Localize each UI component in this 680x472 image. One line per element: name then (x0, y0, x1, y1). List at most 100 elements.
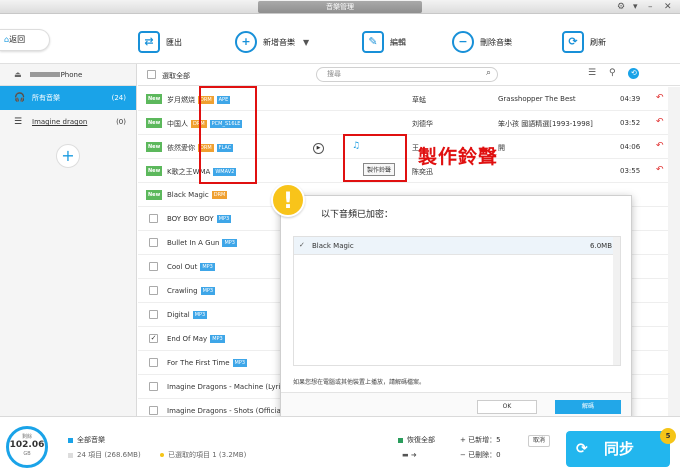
album-cell: 開 (498, 144, 505, 152)
refresh-icon: ⟳ (562, 31, 584, 53)
new-badge: New (146, 118, 163, 128)
artist-cell: 刘德华 (412, 120, 433, 128)
new-badge: New (146, 166, 163, 176)
song-title: Imagine Dragons - Shots (Official M (167, 407, 291, 415)
duration-cell: 04:39 (620, 95, 641, 103)
row-checkbox[interactable] (149, 214, 158, 223)
format-tag: DRM (211, 191, 228, 199)
storage-gauge: 剩餘 102.06 GB (6, 426, 48, 468)
sidebar-item-imagine-dragon[interactable]: ☰ Imagine dragon (0) (0, 110, 136, 134)
encrypted-dialog: 以下音頻已加密： ✓ Black Magic 6.0MB 如果您想在電腦或其他裝… (280, 195, 632, 421)
duration-cell: 03:55 (620, 167, 641, 175)
all-music-summary: 全部音樂 (68, 435, 105, 445)
song-title: Black Magic DRM (167, 191, 228, 199)
song-title: Cool Out MP3 (167, 263, 215, 271)
check-icon[interactable]: ✓ (299, 241, 305, 249)
search-input[interactable]: 搜尋 ⌕ (316, 67, 498, 82)
dialog-file-list: ✓ Black Magic 6.0MB (293, 236, 621, 366)
album-cell: 笨小孩 國語精選[1993-1998] (498, 120, 593, 128)
warning-icon: ! (271, 183, 305, 217)
view-icons: ☰ ⚲ ⟲ (588, 68, 640, 79)
song-title: End Of May MP3 (167, 335, 225, 343)
undo-icon[interactable]: ↶ (656, 141, 664, 151)
all-music-swatch (68, 437, 73, 443)
settings-icon[interactable]: ⚙ (617, 1, 625, 13)
row-checkbox[interactable] (149, 406, 158, 415)
edit-button[interactable]: ✎ 編輯 (362, 30, 406, 54)
arrow-right-icon: ▬ ➜ (402, 451, 417, 459)
sync-button[interactable]: ⟳ 同步 (566, 431, 670, 467)
headphones-icon: 🎧 (14, 93, 26, 103)
annotation-label: 製作鈴聲 (418, 146, 499, 168)
dialog-list-item[interactable]: ✓ Black Magic 6.0MB (294, 237, 620, 255)
delete-music-icon: − (452, 31, 474, 53)
edit-icon: ✎ (362, 31, 384, 53)
unlock-button[interactable]: 解碼 (555, 400, 621, 414)
add-playlist-button[interactable]: + (56, 144, 80, 168)
device-row[interactable]: ⏏ Phone (0, 64, 136, 86)
row-checkbox[interactable] (149, 382, 158, 391)
refresh-button[interactable]: ⟳ 刷新 (562, 30, 606, 54)
search-icon[interactable]: ⌕ (486, 67, 491, 80)
sync-count-badge: 5 (660, 428, 676, 444)
row-checkbox[interactable] (149, 238, 158, 247)
minimize-icon[interactable]: – (648, 1, 653, 13)
row-checkbox[interactable] (149, 286, 158, 295)
undo-icon[interactable]: ↶ (656, 165, 664, 175)
row-checkbox[interactable] (149, 358, 158, 367)
restore-all-link[interactable]: 恢復全部 (398, 435, 435, 445)
dedupe-icon[interactable]: ⟲ (628, 68, 640, 79)
chevron-down-icon[interactable]: ▾ (633, 1, 638, 13)
new-badge: New (146, 142, 163, 152)
tile-view-icon[interactable]: ⚲ (609, 68, 616, 78)
close-icon[interactable]: ✕ (664, 1, 672, 13)
playlist-icon: ☰ (14, 117, 23, 127)
sync-icon: ⟳ (576, 441, 588, 457)
format-tag: MP3 (216, 215, 232, 223)
export-icon: ⇄ (138, 31, 160, 53)
restore-swatch (398, 437, 403, 443)
add-music-icon: + (235, 31, 257, 53)
select-all-label: 選取全部 (162, 72, 190, 80)
annotation-box-tags (199, 86, 257, 184)
album-cell: Grasshopper The Best (498, 95, 576, 103)
added-count: + 已新增：5 (460, 436, 501, 444)
device-name: Phone (60, 70, 83, 79)
format-tag: MP3 (192, 311, 208, 319)
redacted-device-name (29, 72, 60, 77)
detail-swatch (68, 452, 73, 458)
new-badge: New (146, 190, 163, 200)
select-all-checkbox[interactable] (147, 70, 156, 79)
dialog-title: 以下音頻已加密： (321, 210, 394, 220)
format-tag: MP3 (200, 287, 216, 295)
chevron-down-icon[interactable]: ▼ (303, 38, 309, 47)
format-tag: MP3 (200, 263, 215, 271)
selected-summary: 已選取的項目 1 (3.2MB) (160, 450, 246, 460)
format-tag: MP3 (232, 359, 248, 367)
list-scrollbar[interactable] (668, 87, 680, 416)
eject-icon[interactable]: ⏏ (14, 70, 22, 79)
row-checkbox[interactable] (149, 310, 158, 319)
deleted-count: − 已刪除：0 (460, 451, 501, 459)
undo-icon[interactable]: ↶ (656, 117, 664, 127)
sidebar-item-all-music[interactable]: 🎧 所有音樂 (24) (0, 86, 136, 110)
format-tag: MP3 (222, 239, 237, 247)
cancel-button[interactable]: 取消 (528, 435, 550, 447)
delete-music-button[interactable]: − 刪除音樂 (452, 30, 512, 54)
play-icon[interactable]: ▶ (313, 143, 324, 154)
artist-cell: 草蜢 (412, 96, 426, 104)
back-button[interactable]: ⌂返回 (0, 29, 50, 51)
add-music-button[interactable]: + 新增音樂 ▼ (235, 30, 309, 54)
export-button[interactable]: ⇄ 匯出 (138, 30, 182, 54)
song-title: Digital MP3 (167, 311, 208, 319)
title-bar: 音樂管理 ⚙ ▾ – ✕ (0, 0, 680, 14)
ok-button[interactable]: OK (477, 400, 537, 414)
song-title: Imagine Dragons - Machine (Lyrics (167, 383, 288, 391)
song-title: Bullet In A Gun MP3 (167, 239, 237, 247)
new-badge: New (146, 94, 163, 104)
row-checkbox[interactable]: ✓ (149, 334, 158, 343)
undo-icon[interactable]: ↶ (656, 93, 664, 103)
row-checkbox[interactable] (149, 262, 158, 271)
dialog-scrollbar[interactable] (613, 237, 620, 365)
list-view-icon[interactable]: ☰ (588, 68, 596, 78)
